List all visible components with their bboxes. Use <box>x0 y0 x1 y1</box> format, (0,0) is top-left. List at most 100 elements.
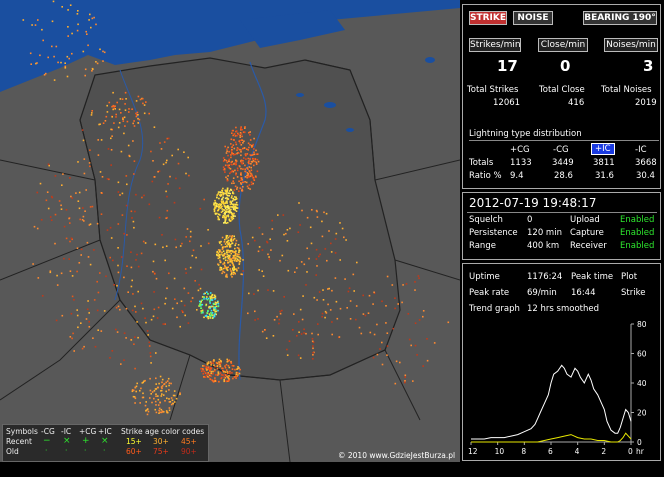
strike-marker <box>222 187 224 190</box>
strike-marker <box>110 164 112 166</box>
strike-marker <box>203 316 205 319</box>
strike-marker <box>229 203 232 206</box>
strike-marker <box>240 173 242 176</box>
strike-marker <box>206 312 208 314</box>
strike-marker <box>117 181 120 184</box>
strike-marker <box>157 306 160 309</box>
strike-marker <box>228 245 231 247</box>
strike-marker <box>240 139 243 141</box>
strike-marker <box>131 217 133 219</box>
strike-marker <box>244 126 246 128</box>
strike-marker <box>230 143 232 145</box>
noises-per-min-button[interactable]: Noises/min <box>604 38 658 52</box>
strike-marker <box>154 243 157 246</box>
strike-marker <box>133 125 136 127</box>
strike-marker <box>125 204 128 207</box>
strike-marker <box>239 260 241 263</box>
strike-marker <box>76 13 79 15</box>
strike-marker <box>229 260 231 262</box>
strike-marker <box>225 176 227 179</box>
strike-marker <box>71 295 74 298</box>
plot-value[interactable]: Strike <box>621 288 645 298</box>
strike-marker <box>268 256 270 258</box>
strike-marker <box>157 386 159 389</box>
strike-marker <box>96 62 99 65</box>
strike-marker <box>222 200 225 202</box>
strike-marker <box>233 235 235 238</box>
strike-marker <box>244 181 246 183</box>
strike-marker <box>157 404 160 406</box>
noise-button[interactable]: NOISE <box>513 11 553 25</box>
strike-marker <box>210 372 212 375</box>
strike-marker <box>225 268 228 270</box>
strike-marker <box>414 322 417 324</box>
strike-marker <box>213 308 215 311</box>
strike-marker <box>63 257 65 260</box>
strike-button[interactable]: STRIKE <box>469 11 507 25</box>
strike-marker <box>121 98 124 100</box>
strike-marker <box>234 208 236 210</box>
strike-marker <box>76 309 78 311</box>
close-per-min-button[interactable]: Close/min <box>538 38 588 52</box>
strike-marker <box>154 273 156 275</box>
strike-marker <box>137 117 139 120</box>
strike-marker <box>222 166 225 168</box>
strike-marker <box>131 108 133 110</box>
strike-marker <box>402 284 404 286</box>
strike-marker <box>87 44 89 47</box>
strike-marker <box>226 197 228 199</box>
strike-marker <box>70 195 72 198</box>
map-canvas <box>0 0 460 462</box>
upload-label: Upload <box>570 215 600 225</box>
strike-marker <box>296 267 298 269</box>
strike-marker <box>248 166 251 168</box>
strike-marker <box>88 162 91 164</box>
strike-marker <box>302 295 304 297</box>
strike-marker <box>355 305 358 307</box>
y-tick-label: 20 <box>637 409 647 418</box>
strike-marker <box>209 378 211 380</box>
strike-marker <box>228 158 230 161</box>
strike-marker <box>227 380 229 382</box>
strike-marker <box>247 168 249 170</box>
strike-marker <box>123 276 125 279</box>
strike-marker <box>241 128 243 131</box>
strike-marker <box>224 243 227 245</box>
strike-marker <box>239 142 241 144</box>
strike-marker <box>133 343 135 345</box>
strike-marker <box>32 263 34 265</box>
strike-marker <box>248 162 250 165</box>
dist-header-plus-ic[interactable]: +IC <box>591 143 615 155</box>
strike-marker <box>223 241 226 243</box>
strike-marker <box>236 186 239 189</box>
x-tick-label: 8 <box>521 447 526 456</box>
strike-marker <box>321 235 324 238</box>
lightning-map[interactable]: Symbols -CG -IC +CG +IC Strike age color… <box>0 0 460 462</box>
strike-marker <box>208 305 210 308</box>
strike-marker <box>135 311 137 313</box>
receiver-status: Enabled <box>620 241 655 251</box>
lake <box>296 93 304 97</box>
strike-marker <box>86 33 88 35</box>
strike-marker <box>117 223 120 225</box>
strike-marker <box>89 223 92 225</box>
strike-marker <box>83 220 85 222</box>
strike-marker <box>39 182 42 185</box>
strike-marker <box>225 363 228 366</box>
strike-marker <box>261 233 264 235</box>
strike-marker <box>257 318 259 320</box>
squelch-value: 0 <box>527 215 533 225</box>
trend-value: 12 hrs smoothed <box>527 304 599 314</box>
strike-marker <box>80 254 82 256</box>
strike-marker <box>322 289 324 291</box>
strike-marker <box>226 161 229 164</box>
bearing-button[interactable]: BEARING 190° <box>583 11 657 25</box>
strike-marker <box>254 319 256 321</box>
strike-marker <box>136 321 138 323</box>
strike-marker <box>234 153 236 156</box>
dist-ratio-plus-cg: 9.4 <box>510 171 524 181</box>
strike-marker <box>165 297 167 300</box>
strike-marker <box>140 302 143 305</box>
strikes-per-min-button[interactable]: Strikes/min <box>469 38 521 52</box>
strike-marker <box>422 310 425 312</box>
